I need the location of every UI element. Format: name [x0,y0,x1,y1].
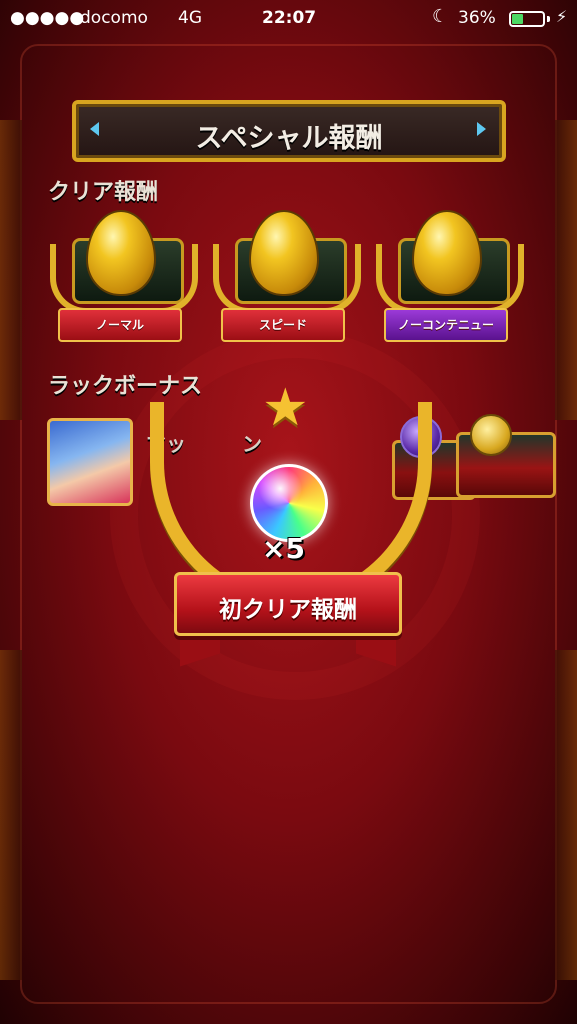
frame-side-right-lower [555,650,577,980]
laurel-right-icon [488,244,524,314]
luck-bonus-heading: ラックボーナス [48,374,203,399]
banner-arrow-left-icon [90,122,99,136]
frame-side-left [0,120,22,420]
laurel-left-icon [50,244,86,314]
laurel-left-icon [213,244,249,314]
carrier-name: docomo [80,8,148,28]
signal-strength-icon: ●●●●● [10,8,85,28]
banner-arrow-right-icon [477,122,486,136]
moon-icon: ☾ [432,6,449,27]
frame-side-left-lower [0,650,22,980]
clear-reward-normal: ノーマル [50,210,200,360]
rainbow-orb-icon [250,464,328,542]
charging-bolt-icon: ⚡ [556,7,568,26]
gold-coin-icon [470,414,512,456]
frame-side-right [555,120,577,420]
laurel-right-icon [162,244,198,314]
network-type: 4G [178,8,202,28]
battery-icon [509,11,545,27]
first-clear-reward-label: 初クリア報酬 [219,597,357,623]
reward-label-ribbon: スピード [221,308,345,342]
golden-egg-icon [412,210,482,296]
reward-label-ribbon: ノーコンテニュー [384,308,508,342]
battery-percent: 36% [458,8,496,28]
clear-rewards-heading: クリア報酬 [48,180,159,205]
first-clear-reward-ribbon: 初クリア報酬 [174,572,402,636]
status-bar: ●●●●● docomo 4G 22:07 ☾ 36% ⚡ [0,0,577,38]
laurel-left-icon [376,244,412,314]
title-banner: スペシャル報酬 [72,100,506,162]
page-title: スペシャル報酬 [195,123,383,154]
battery-level-fill [512,14,523,24]
star-icon: ★ [262,378,309,438]
clear-reward-no-continue: ノーコンテニュー [376,210,526,360]
clock: 22:07 [262,8,317,28]
reward-count: ×5 [262,532,305,565]
golden-egg-icon [249,210,319,296]
monster-avatar [47,418,133,506]
battery-tip [547,16,550,22]
clear-reward-speed: スピード [213,210,363,360]
golden-egg-icon [86,210,156,296]
laurel-right-icon [325,244,361,314]
reward-label-ribbon: ノーマル [58,308,182,342]
